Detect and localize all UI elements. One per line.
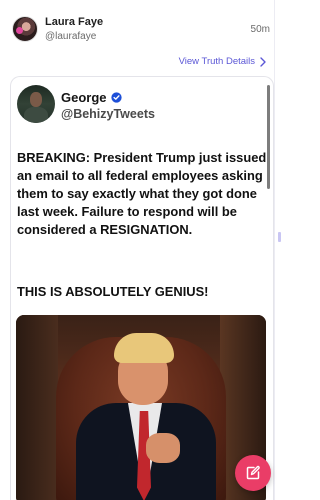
embedded-author-name: George <box>61 90 107 105</box>
avatar-face <box>30 92 42 107</box>
embedded-author-avatar <box>17 85 55 123</box>
edge-indicator <box>278 232 281 242</box>
post-timestamp: 50m <box>250 24 270 35</box>
media-wall-left <box>16 315 58 500</box>
post-header: Laura Faye @laurafaye 50m <box>0 0 282 54</box>
avatar-body <box>24 107 48 123</box>
media-hair <box>114 333 174 363</box>
avatar-flower-decoration <box>16 27 23 34</box>
content-divider <box>274 0 275 500</box>
compose-button[interactable] <box>235 455 271 491</box>
author-handle[interactable]: @laurafaye <box>45 31 96 42</box>
embedded-tweet-card[interactable]: George @BehizyTweets BREAKING: President… <box>10 76 274 500</box>
tweet-text-paragraph-1: BREAKING: President Trump just issued an… <box>17 150 267 237</box>
embedded-author-handle: @BehizyTweets <box>61 107 155 121</box>
chevron-right-icon <box>260 56 266 67</box>
view-truth-details-label: View Truth Details <box>178 56 255 67</box>
tweet-text-paragraph-2: THIS IS ABSOLUTELY GENIUS! <box>17 284 209 299</box>
embed-scrollbar-thumb[interactable] <box>267 85 270 189</box>
embedded-author-name-row: George <box>61 90 122 105</box>
verified-badge-icon <box>110 92 122 103</box>
view-truth-details-link[interactable]: View Truth Details <box>179 56 266 67</box>
compose-icon <box>246 465 260 480</box>
author-avatar[interactable] <box>12 16 38 42</box>
author-display-name[interactable]: Laura Faye <box>45 16 103 28</box>
media-hand <box>146 433 180 463</box>
tweet-media-image[interactable] <box>16 315 266 500</box>
